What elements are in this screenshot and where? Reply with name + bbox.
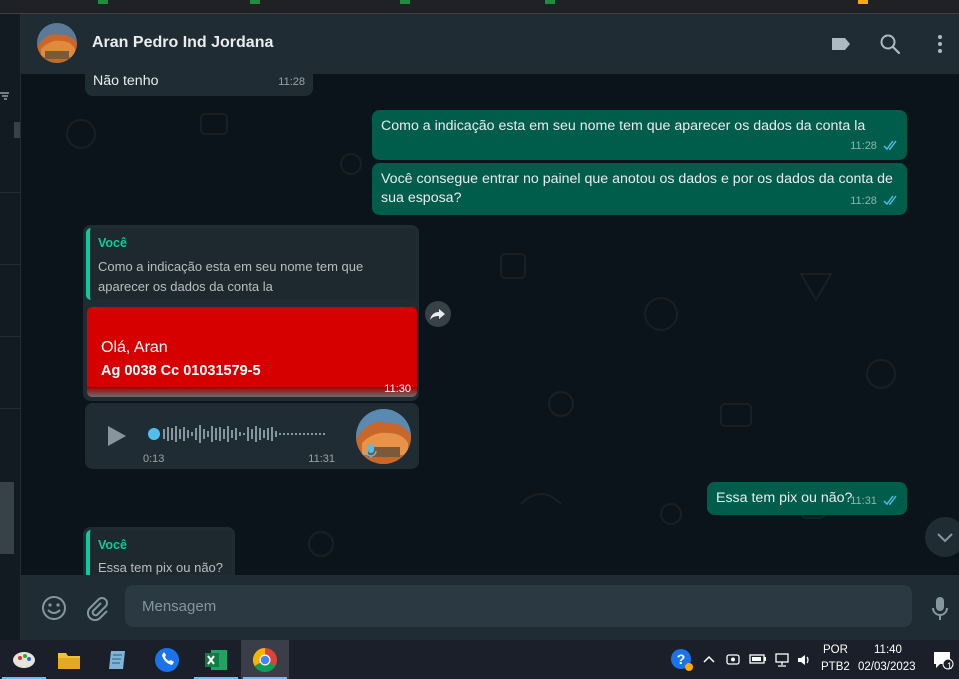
excel-icon <box>205 649 227 670</box>
image-attachment[interactable]: Olá, Aran Ag 0038 Cc 01031579-5 11:30 <box>87 307 417 397</box>
quoted-message[interactable]: Você Como a indicação esta em seu nome t… <box>86 228 416 300</box>
chevron-down-icon <box>937 533 953 543</box>
tab-favicon[interactable] <box>858 0 868 4</box>
message-text: sua esposa? <box>381 190 462 206</box>
conversation-panel[interactable]: Não tenho 11:28 Como a indicação esta em… <box>21 74 959 575</box>
message-meta: 11:31 <box>850 492 899 511</box>
chevron-up-icon[interactable] <box>702 653 716 665</box>
quoted-message[interactable]: Você Essa tem pix ou não? <box>86 530 232 575</box>
audio-waveform[interactable] <box>147 423 329 445</box>
list-divider <box>0 336 21 337</box>
message-input[interactable] <box>125 585 912 627</box>
taskbar-app-explorer[interactable] <box>45 640 93 679</box>
attach-icon[interactable] <box>83 595 109 621</box>
list-scrollbar[interactable] <box>14 122 20 138</box>
list-divider <box>0 264 21 265</box>
message-time: 11:31 <box>308 453 335 465</box>
volume-icon[interactable] <box>796 652 812 668</box>
network-icon[interactable] <box>773 652 791 668</box>
microphone-badge-icon <box>365 444 377 458</box>
help-icon[interactable]: ? <box>670 648 694 672</box>
list-divider <box>0 192 21 193</box>
message-time: 11:30 <box>384 383 411 395</box>
microphone-icon[interactable] <box>931 596 949 622</box>
tab-favicon[interactable] <box>98 0 108 4</box>
menu-icon[interactable] <box>928 32 952 56</box>
image-greeting-text: Olá, Aran <box>101 339 168 356</box>
voice-message[interactable]: 0:13 11:31 <box>85 403 419 469</box>
meet-now-icon[interactable] <box>725 651 741 667</box>
battery-icon[interactable] <box>749 652 767 666</box>
message-meta: 11:28 <box>850 137 899 156</box>
message-time: 11:28 <box>278 76 305 88</box>
search-icon[interactable] <box>878 32 902 56</box>
label-icon[interactable] <box>829 32 853 56</box>
read-receipt-icon <box>883 195 897 206</box>
notepad-icon <box>109 650 125 669</box>
chat-header[interactable]: Aran Pedro Ind Jordana <box>21 14 959 74</box>
browser-tab-strip <box>0 0 959 14</box>
play-icon[interactable] <box>103 423 129 449</box>
message-meta: 11:28 <box>850 192 899 211</box>
list-divider <box>0 408 21 409</box>
filter-icon[interactable] <box>0 92 10 100</box>
taskbar-app-excel[interactable] <box>192 640 240 679</box>
taskbar-app-paint[interactable] <box>0 640 48 679</box>
notification-count: 1 <box>947 661 953 671</box>
message-outgoing[interactable]: Como a indicação esta em seu nome tem qu… <box>372 110 907 160</box>
svg-text:?: ? <box>677 651 686 667</box>
clock-time[interactable]: 11:40 <box>874 644 902 656</box>
tab-favicon[interactable] <box>400 0 410 4</box>
message-outgoing[interactable]: Essa tem pix ou não? 11:31 <box>707 482 907 515</box>
scroll-to-bottom-button[interactable] <box>925 517 959 557</box>
contact-name[interactable]: Aran Pedro Ind Jordana <box>92 34 273 52</box>
message-text: Como a indicação esta em seu nome tem qu… <box>381 118 866 134</box>
forward-icon <box>430 309 445 320</box>
read-receipt-icon <box>883 495 897 506</box>
message-text: Não tenho <box>93 74 159 89</box>
message-time: 11:28 <box>850 140 877 152</box>
paint-icon <box>13 651 35 668</box>
image-bottom-band <box>87 387 417 397</box>
quote-text: Como a indicação esta em seu nome tem qu… <box>98 259 364 274</box>
forward-button[interactable] <box>425 301 451 327</box>
message-outgoing[interactable]: Você consegue entrar no painel que anoto… <box>372 163 907 215</box>
phone-app-icon <box>155 647 179 672</box>
taskbar-app-phone[interactable] <box>143 640 191 679</box>
message-time: 11:28 <box>850 195 877 207</box>
keyboard-layout[interactable]: PTB2 <box>821 661 850 673</box>
chat-list-scrollbar-thumb[interactable] <box>0 482 14 554</box>
input-language[interactable]: POR <box>823 644 848 656</box>
windows-taskbar: ? POR PTB2 11:40 02/03/2023 1 <box>0 640 959 679</box>
chrome-icon <box>252 647 277 672</box>
taskbar-app-chrome[interactable] <box>241 640 289 679</box>
quote-text: Essa tem pix ou não? <box>98 560 224 575</box>
compose-bar <box>21 575 959 640</box>
whatsapp-web-window: Aran Pedro Ind Jordana Não tenho 11:28 C… <box>0 0 959 679</box>
audio-duration: 0:13 <box>143 453 165 465</box>
read-receipt-icon <box>883 140 897 151</box>
quote-author: Você <box>98 538 127 552</box>
contact-avatar[interactable] <box>37 23 77 63</box>
tab-favicon[interactable] <box>250 0 260 4</box>
tab-favicon[interactable] <box>545 0 555 4</box>
message-text: Essa tem pix ou não? <box>716 490 853 506</box>
taskbar-app-notepad[interactable] <box>94 640 142 679</box>
quote-text: aparecer os dados da conta la <box>98 279 273 294</box>
emoji-icon[interactable] <box>41 595 67 621</box>
message-time: 11:31 <box>850 495 877 507</box>
chat-list-edge <box>0 14 21 640</box>
folder-icon <box>58 652 80 669</box>
message-text: Você consegue entrar no painel que anoto… <box>381 171 893 187</box>
clock-date[interactable]: 02/03/2023 <box>858 661 916 673</box>
message-incoming[interactable]: Não tenho 11:28 <box>85 74 313 96</box>
image-account-text: Ag 0038 Cc 01031579-5 <box>101 363 261 379</box>
message-incoming-reply[interactable]: Você Essa tem pix ou não? <box>83 527 235 575</box>
quote-author: Você <box>98 236 127 250</box>
